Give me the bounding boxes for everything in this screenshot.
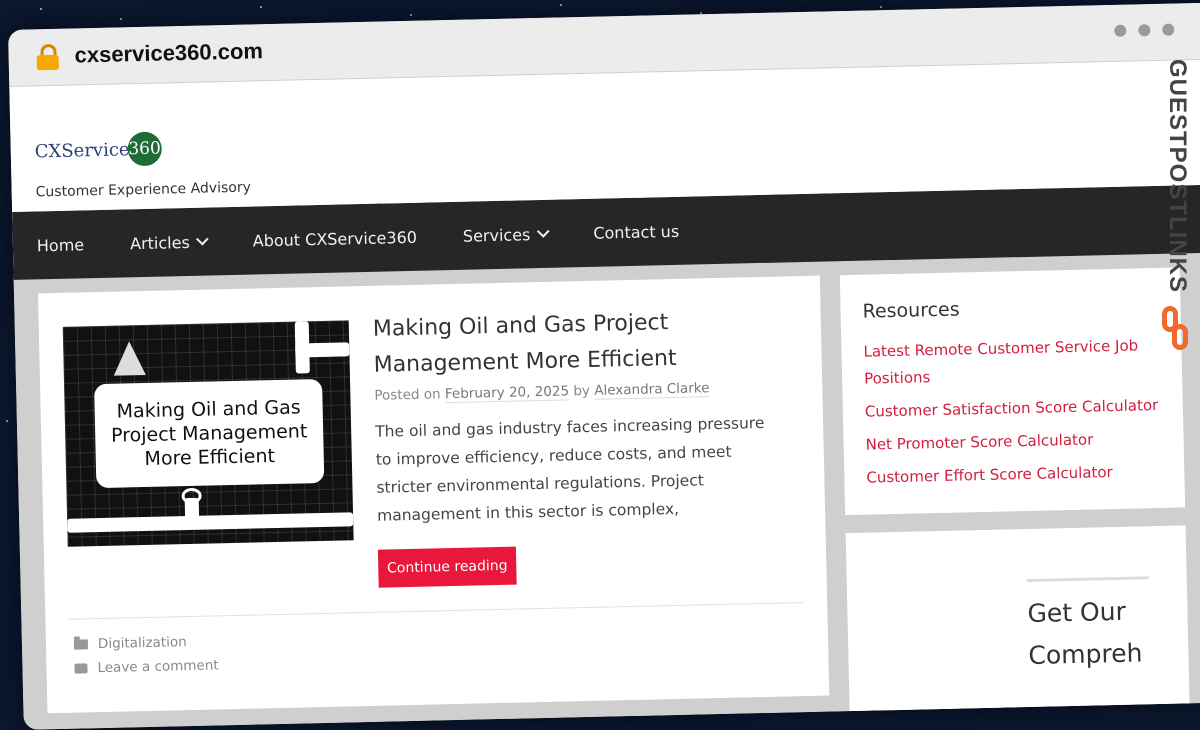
window-dot-icon[interactable] <box>1162 23 1175 36</box>
url-text[interactable]: cxservice360.com <box>74 38 263 68</box>
watermark-label: GUESTPOSTLINKS <box>1164 58 1191 294</box>
article-category[interactable]: Digitalization <box>98 634 187 652</box>
logo-text: CXService <box>34 138 130 162</box>
nav-label: Home <box>36 234 85 255</box>
article-card: Making Oil and Gas Project Management Mo… <box>37 275 830 714</box>
article-excerpt: The oil and gas industry faces increasin… <box>375 413 765 525</box>
watermark: GUESTPOSTLINKS <box>1156 56 1196 356</box>
nav-item-home[interactable]: Home <box>37 235 85 255</box>
posted-on-label: Posted on <box>374 386 441 404</box>
pipe-icon <box>295 342 350 358</box>
star <box>260 6 262 8</box>
resource-link[interactable]: Customer Effort Score Calculator <box>866 458 1167 492</box>
window-controls <box>1114 23 1175 37</box>
divider <box>69 602 804 620</box>
article-title[interactable]: Making Oil and Gas Project Management Mo… <box>372 302 804 384</box>
resource-link[interactable]: Latest Remote Customer Service Job Posit… <box>863 332 1164 393</box>
star <box>880 6 882 8</box>
chevron-down-icon <box>195 232 209 246</box>
nav-label: Articles <box>129 232 190 253</box>
by-label: by <box>573 382 591 400</box>
resources-widget: Resources Latest Remote Customer Service… <box>839 267 1186 516</box>
folder-icon <box>73 639 89 650</box>
lock-icon <box>36 43 59 71</box>
promo-heading: Get Our Compreh <box>1027 590 1143 677</box>
comment-icon <box>74 663 88 674</box>
logo-badge: 360 <box>127 131 162 167</box>
article-meta: Posted on February 20, 2025 by Alexandra… <box>374 380 710 404</box>
divider <box>1026 576 1149 583</box>
nav-label: About CXService360 <box>252 227 418 250</box>
star <box>6 420 8 422</box>
browser-window: cxservice360.com CXService 360 Customer … <box>8 2 1200 730</box>
nav-label: Contact us <box>593 221 680 243</box>
resources-list: Latest Remote Customer Service Job Posit… <box>863 332 1167 498</box>
site-tagline: Customer Experience Advisory <box>35 179 252 201</box>
promo-line: Get Our <box>1027 596 1127 629</box>
article-comment-row: Leave a comment <box>74 657 219 676</box>
resource-link[interactable]: Net Promoter Score Calculator <box>865 425 1166 459</box>
promo-widget: Get Our Compreh <box>845 525 1191 730</box>
leave-comment-link[interactable]: Leave a comment <box>97 657 218 676</box>
thumbnail-caption: Making Oil and Gas Project Management Mo… <box>94 378 325 489</box>
nav-item-articles[interactable]: Articles <box>129 232 209 253</box>
oil-derrick-icon <box>113 340 146 376</box>
web-page: CXService 360 Customer Experience Adviso… <box>9 59 1200 730</box>
pipe-icon <box>67 512 354 533</box>
nav-item-contact[interactable]: Contact us <box>593 221 679 242</box>
article-thumbnail[interactable]: Making Oil and Gas Project Management Mo… <box>62 320 354 547</box>
window-dot-icon[interactable] <box>1114 24 1127 37</box>
resource-link[interactable]: Customer Satisfaction Score Calculator <box>865 392 1166 426</box>
continue-reading-button[interactable]: Continue reading <box>377 546 517 588</box>
widget-title: Resources <box>862 298 960 323</box>
chevron-down-icon <box>536 225 550 238</box>
star <box>120 18 122 20</box>
article-author[interactable]: Alexandra Clarke <box>594 380 710 400</box>
star <box>410 14 412 16</box>
star <box>560 4 562 6</box>
article-date[interactable]: February 20, 2025 <box>444 383 570 404</box>
nav-item-services[interactable]: Services <box>462 224 550 246</box>
nav-label: Services <box>462 224 531 246</box>
star <box>40 8 42 10</box>
watermark-text: GUESTPOSTLINKS <box>1160 56 1194 296</box>
promo-line: Compreh <box>1028 638 1143 671</box>
site-logo[interactable]: CXService 360 <box>34 131 162 169</box>
article-category-row: Digitalization <box>73 634 187 653</box>
window-dot-icon[interactable] <box>1138 24 1151 37</box>
nav-item-about[interactable]: About CXService360 <box>253 227 418 250</box>
link-logo-icon <box>1162 306 1190 352</box>
